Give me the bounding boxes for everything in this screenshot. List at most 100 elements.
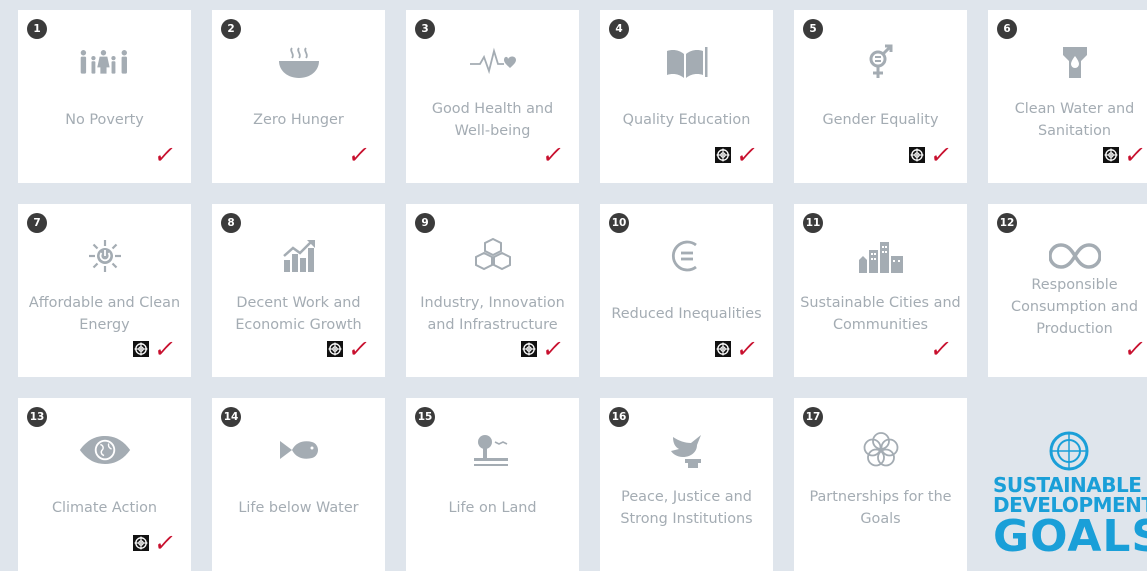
goal-title: Climate Action bbox=[51, 500, 158, 516]
goal-card-11[interactable]: 11 Sustainable Cities and Communities ✓ bbox=[794, 204, 967, 377]
goal-card-5[interactable]: 5 Gender Equality ✓ bbox=[794, 10, 967, 183]
equal-sign-icon bbox=[660, 235, 714, 277]
fish-icon bbox=[272, 429, 326, 471]
goal-status-marks: ✓ bbox=[132, 529, 178, 557]
goal-title: Good Health and Well-being bbox=[431, 101, 554, 139]
food-bowl-icon bbox=[272, 41, 326, 83]
goal-status-marks: ✓ bbox=[539, 141, 566, 169]
target-icon bbox=[714, 341, 731, 357]
goal-card-9[interactable]: 9 Industry, Innovation and Infrastructur… bbox=[406, 204, 579, 377]
goal-title: Peace, Justice and Strong Institutions bbox=[620, 489, 753, 527]
goal-card-10[interactable]: 10 Reduced Inequalities ✓ bbox=[600, 204, 773, 377]
goal-number-badge: 2 bbox=[221, 19, 241, 39]
goal-status-marks: ✓ bbox=[132, 335, 178, 363]
goal-number-badge: 1 bbox=[27, 19, 47, 39]
infinity-loop-icon bbox=[1048, 235, 1102, 277]
checkmark-icon: ✓ bbox=[733, 141, 760, 169]
goal-card-8[interactable]: 8 Decent Work and Economic Growth ✓ bbox=[212, 204, 385, 377]
logo-text-line3: GOALS bbox=[993, 511, 1147, 562]
target-icon bbox=[132, 341, 149, 357]
goal-number-badge: 12 bbox=[997, 213, 1017, 233]
checkmark-icon: ✓ bbox=[151, 529, 178, 557]
goal-card-15[interactable]: 15 Life on Land bbox=[406, 398, 579, 571]
checkmark-icon: ✓ bbox=[927, 335, 954, 363]
goal-title: Affordable and Clean Energy bbox=[28, 295, 181, 333]
goal-card-1[interactable]: 1 No Poverty ✓ bbox=[18, 10, 191, 183]
target-icon bbox=[520, 341, 537, 357]
checkmark-icon: ✓ bbox=[151, 141, 178, 169]
goal-card-12[interactable]: 12 Responsible Consumption and Productio… bbox=[988, 204, 1147, 377]
goal-title: Decent Work and Economic Growth bbox=[235, 295, 362, 333]
target-icon bbox=[714, 147, 731, 163]
book-icon bbox=[660, 41, 714, 83]
sdg-goals-grid: 1 No Poverty ✓ 2 Zero Hunger ✓ 3 Good Health… bbox=[0, 0, 1147, 571]
tree-bird-icon bbox=[466, 429, 520, 471]
checkmark-icon: ✓ bbox=[1121, 141, 1147, 169]
checkmark-icon: ✓ bbox=[539, 335, 566, 363]
sdg-logo: SUSTAINABLE DEVELOPMENT GOALS bbox=[993, 430, 1147, 564]
goal-number-badge: 4 bbox=[609, 19, 629, 39]
target-icon bbox=[908, 147, 925, 163]
target-icon bbox=[1102, 147, 1119, 163]
gender-symbol-icon bbox=[854, 41, 908, 83]
goal-title: Life below Water bbox=[238, 500, 359, 516]
goal-card-2[interactable]: 2 Zero Hunger ✓ bbox=[212, 10, 385, 183]
goal-number-badge: 13 bbox=[27, 407, 47, 427]
goal-card-3[interactable]: 3 Good Health and Well-being ✓ bbox=[406, 10, 579, 183]
city-buildings-icon bbox=[854, 235, 908, 277]
goal-number-badge: 11 bbox=[803, 213, 823, 233]
checkmark-icon: ✓ bbox=[927, 141, 954, 169]
goal-title: Zero Hunger bbox=[253, 112, 344, 128]
checkmark-icon: ✓ bbox=[345, 141, 372, 169]
goal-status-marks: ✓ bbox=[1121, 335, 1147, 363]
goal-title: Industry, Innovation and Infrastructure bbox=[420, 295, 565, 333]
checkmark-icon: ✓ bbox=[733, 335, 760, 363]
goal-number-badge: 10 bbox=[609, 213, 629, 233]
goal-card-17[interactable]: 17 Partnerships for the Goals bbox=[794, 398, 967, 571]
goal-title: Responsible Consumption and Production bbox=[1011, 277, 1138, 337]
goal-status-marks: ✓ bbox=[927, 335, 954, 363]
checkmark-icon: ✓ bbox=[1121, 335, 1147, 363]
target-icon bbox=[132, 535, 149, 551]
goal-title: Partnerships for the Goals bbox=[809, 489, 952, 527]
goal-card-14[interactable]: 14 Life below Water bbox=[212, 398, 385, 571]
un-emblem-icon bbox=[1049, 431, 1089, 471]
water-drop-icon bbox=[1048, 41, 1102, 83]
goal-card-4[interactable]: 4 Quality Education ✓ bbox=[600, 10, 773, 183]
goal-title: Life on Land bbox=[448, 500, 537, 516]
goal-card-16[interactable]: 16 Peace, Justice and Strong Institution… bbox=[600, 398, 773, 571]
goal-title: Reduced Inequalities bbox=[611, 306, 762, 322]
goal-number-badge: 6 bbox=[997, 19, 1017, 39]
goal-status-marks: ✓ bbox=[151, 141, 178, 169]
dove-gavel-icon bbox=[660, 429, 714, 471]
goal-number-badge: 14 bbox=[221, 407, 241, 427]
target-icon bbox=[326, 341, 343, 357]
goal-status-marks: ✓ bbox=[714, 335, 760, 363]
checkmark-icon: ✓ bbox=[151, 335, 178, 363]
goal-status-marks: ✓ bbox=[1102, 141, 1147, 169]
goal-card-7[interactable]: 7 Affordable and Clean Energy ✓ bbox=[18, 204, 191, 377]
people-family-icon bbox=[78, 41, 132, 83]
cubes-icon bbox=[466, 235, 520, 277]
checkmark-icon: ✓ bbox=[345, 335, 372, 363]
sun-power-icon bbox=[78, 235, 132, 277]
goal-status-marks: ✓ bbox=[345, 141, 372, 169]
goal-number-badge: 7 bbox=[27, 213, 47, 233]
goal-number-badge: 9 bbox=[415, 213, 435, 233]
flower-rings-icon bbox=[854, 429, 908, 471]
goal-title: Gender Equality bbox=[822, 112, 939, 128]
checkmark-icon: ✓ bbox=[539, 141, 566, 169]
goal-card-13[interactable]: 13 Climate Action ✓ bbox=[18, 398, 191, 571]
goal-title: Sustainable Cities and Communities bbox=[800, 295, 961, 333]
goal-number-badge: 8 bbox=[221, 213, 241, 233]
goal-title: No Poverty bbox=[65, 112, 144, 128]
goal-title: Quality Education bbox=[622, 112, 751, 128]
goal-number-badge: 15 bbox=[415, 407, 435, 427]
heartbeat-icon bbox=[466, 41, 520, 83]
goal-number-badge: 5 bbox=[803, 19, 823, 39]
goal-status-marks: ✓ bbox=[326, 335, 372, 363]
goal-status-marks: ✓ bbox=[714, 141, 760, 169]
goal-card-6[interactable]: 6 Clean Water and Sanitation ✓ bbox=[988, 10, 1147, 183]
growth-chart-icon bbox=[272, 235, 326, 277]
goal-number-badge: 17 bbox=[803, 407, 823, 427]
